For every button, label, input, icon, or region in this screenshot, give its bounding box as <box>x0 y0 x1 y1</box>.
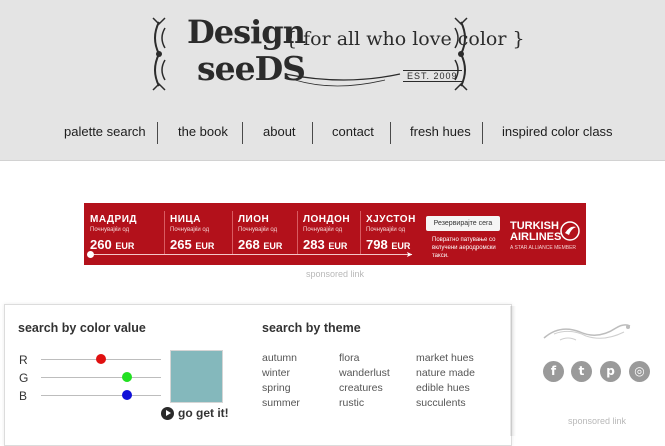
pinterest-icon[interactable]: p <box>600 361 621 382</box>
ad-route-dot-icon <box>87 251 94 258</box>
theme-link-summer[interactable]: summer <box>262 397 300 409</box>
play-icon <box>161 407 174 420</box>
ad-city-name: ЛОНДОН <box>303 214 351 225</box>
logo-tagline: { for all who love color } <box>285 28 525 50</box>
search-panel: search by color value R G B go get it! s… <box>4 304 512 446</box>
nav-separator <box>312 122 313 144</box>
theme-link-market-hues[interactable]: market hues <box>416 352 474 364</box>
ad-city-name: ХЈУСТОН <box>366 214 416 225</box>
go-get-it-label: go get it! <box>178 406 229 420</box>
nav-the-book[interactable]: the book <box>178 120 228 146</box>
ad-city-sub: Почнувајќи од <box>366 227 406 233</box>
nav-separator <box>157 122 158 144</box>
ad-divider <box>360 211 361 255</box>
rgb-label-r: R <box>19 353 28 367</box>
nav-contact[interactable]: contact <box>332 120 374 146</box>
nav-separator <box>390 122 391 144</box>
ad-banner[interactable]: МАДРИД Почнувајќи од 260 EUR НИЦА Почнув… <box>84 203 586 265</box>
ad-city-name: НИЦА <box>170 214 201 225</box>
theme-link-edible-hues[interactable]: edible hues <box>416 382 470 394</box>
nav-inspired-color-class[interactable]: inspired color class <box>502 120 613 146</box>
theme-search-heading: search by theme <box>262 321 361 335</box>
theme-link-wanderlust[interactable]: wanderlust <box>339 367 390 379</box>
ad-city-price: 260 EUR <box>90 237 135 252</box>
theme-link-creatures[interactable]: creatures <box>339 382 383 394</box>
logo-est-badge: EST. 2009 <box>403 70 462 82</box>
theme-link-winter[interactable]: winter <box>262 367 290 379</box>
theme-link-rustic[interactable]: rustic <box>339 397 364 409</box>
ad-city-sub: Почнувајќи од <box>238 227 278 233</box>
rgb-label-g: G <box>19 371 29 385</box>
ad-city-name: МАДРИД <box>90 214 138 225</box>
ad-city-price: 265 EUR <box>170 237 215 252</box>
green-slider-track[interactable] <box>41 377 161 378</box>
design-seeds-logo[interactable]: Design seeDS { for all who love color } … <box>145 8 525 100</box>
instagram-icon[interactable]: ◎ <box>629 361 650 382</box>
ad-city-sub: Почнувајќи од <box>170 227 210 233</box>
theme-link-nature-made[interactable]: nature made <box>416 367 475 379</box>
red-slider-knob[interactable] <box>96 354 106 364</box>
color-search-heading: search by color value <box>18 321 146 335</box>
flourish-icon <box>543 324 631 341</box>
ad-route-arrow-icon: ➤ <box>406 250 413 259</box>
ad-divider <box>232 211 233 255</box>
ad-city-sub: Почнувајќи од <box>303 227 343 233</box>
rgb-label-b: B <box>19 389 28 403</box>
blue-slider-track[interactable] <box>41 395 161 396</box>
site-header: Design seeDS { for all who love color } … <box>0 0 665 161</box>
ad-city-price: 268 EUR <box>238 237 283 252</box>
ad-route-line <box>90 254 412 255</box>
theme-link-succulents[interactable]: succulents <box>416 397 466 409</box>
ad-city-price: 283 EUR <box>303 237 348 252</box>
ad-description: Повратно патување со вклучени аеродромск… <box>432 237 496 259</box>
nav-separator <box>242 122 243 144</box>
ad-divider <box>297 211 298 255</box>
turkish-airlines-logo-icon <box>560 221 580 241</box>
logo-word-seeds: seeDS <box>197 49 306 88</box>
main-nav: palette search the book about contact fr… <box>0 120 665 146</box>
ad-sponsored-label: sponsored link <box>306 269 365 279</box>
nav-palette-search[interactable]: palette search <box>64 120 146 146</box>
theme-link-flora[interactable]: flora <box>339 352 359 364</box>
blue-slider-knob[interactable] <box>122 390 133 400</box>
nav-about[interactable]: about <box>263 120 296 146</box>
green-slider-knob[interactable] <box>122 372 133 382</box>
theme-link-autumn[interactable]: autumn <box>262 352 297 364</box>
color-preview-swatch <box>170 350 223 403</box>
ad-brand-name: TURKISH AIRLINES <box>510 220 562 243</box>
panel-shadow <box>510 306 516 436</box>
ad-divider <box>164 211 165 255</box>
nav-separator <box>482 122 483 144</box>
ad-book-now-button[interactable]: Резервирајте сега <box>426 216 500 231</box>
twitter-icon[interactable]: t <box>571 361 592 382</box>
sidebar-sponsored-label: sponsored link <box>568 416 627 426</box>
ad-city-sub: Почнувајќи од <box>90 227 130 233</box>
facebook-icon[interactable]: f <box>543 361 564 382</box>
ad-city-name: ЛИОН <box>238 214 270 225</box>
nav-fresh-hues[interactable]: fresh hues <box>410 120 471 146</box>
ad-brand-sub: A STAR ALLIANCE MEMBER <box>510 245 577 251</box>
theme-link-spring[interactable]: spring <box>262 382 291 394</box>
ad-city-price: 798 EUR <box>366 237 411 252</box>
